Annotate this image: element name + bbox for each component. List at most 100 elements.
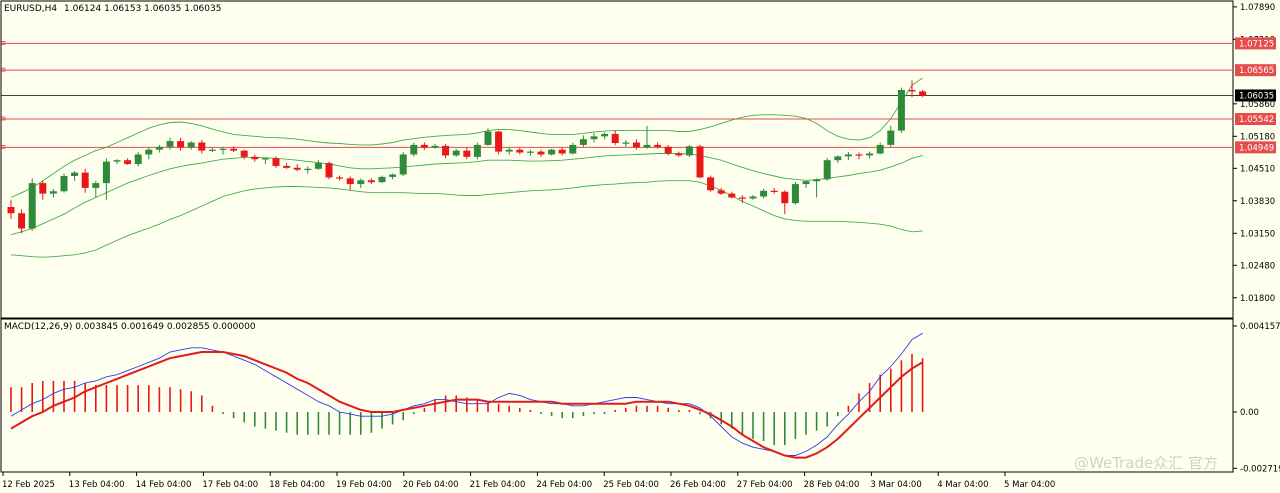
candle [866,151,874,159]
candle-body [442,145,450,156]
candle [39,180,47,200]
candle-body [632,142,640,148]
candle-body [897,89,905,131]
price-tick-label: 1.01800 [1240,294,1275,304]
macd-tick-label: 0.00 [1240,408,1259,418]
candle-body [813,179,821,182]
candle [251,154,259,162]
candle-body [357,180,365,185]
time-tick-label: 25 Feb 04:00 [603,480,659,490]
candle [177,137,185,151]
candle-body [834,156,842,161]
candle [28,178,36,231]
candle [632,139,640,150]
candle [155,144,163,153]
candle-body [113,160,121,162]
candle [134,152,142,167]
price-tick-label: 1.02480 [1240,261,1275,271]
time-tick-label: 3 Mar 04:00 [870,480,921,490]
candle-body [760,190,768,197]
candle [749,195,757,200]
candle [219,146,227,155]
candle [293,164,301,172]
candle [770,187,778,194]
candle-body [431,145,439,148]
candle [622,140,630,148]
level-tag-label: 1.07125 [1239,39,1274,49]
candle [728,191,736,199]
candle [876,142,884,155]
candle-body [728,193,736,198]
candle [558,147,566,156]
candle [452,148,460,157]
time-tick-label: 4 Mar 04:00 [937,480,988,490]
candle [166,137,174,150]
candle-body [389,174,397,177]
candle-body [738,197,746,199]
candle-body [208,149,216,151]
candle-body [251,156,259,160]
candle [579,135,587,147]
candle [81,168,89,193]
candle [325,161,333,180]
candle [516,147,524,155]
candle-body [166,141,174,147]
candle [569,142,577,155]
candle [834,155,842,164]
candle [643,125,651,149]
symbol-label: EURUSD,H4 [4,4,57,14]
candle [18,209,26,234]
candle-body [526,151,534,153]
candle-body [569,144,577,154]
candle [855,152,863,160]
candle-body [685,146,693,156]
candle-body [791,184,799,204]
candle [537,149,545,157]
candle-body [611,133,619,143]
candle-body [908,89,916,92]
candle-body [473,144,481,157]
candle [802,180,810,188]
candle [442,143,450,159]
candle [92,180,100,198]
candle-body [590,136,598,140]
candle-body [452,150,460,156]
candle-body [71,172,79,176]
candle-body [28,183,36,229]
candle-body [505,149,513,152]
candle-body [145,149,153,155]
candle [463,147,471,160]
candle-body [919,91,927,96]
candle [60,173,68,193]
candle-body [420,144,428,148]
candle-body [283,165,291,168]
candle-body [622,142,630,144]
candle [198,140,206,154]
candle-body [802,181,810,185]
candle [71,171,79,181]
candle-body [749,196,757,199]
candle [304,166,312,174]
candle-body [325,163,333,178]
ohlc-label: 1.06124 1.06153 1.06035 1.06035 [64,4,221,14]
price-panel-frame [0,0,1234,319]
candle-body [39,183,47,194]
time-tick-label: 24 Feb 04:00 [536,480,592,490]
candle-body [866,153,874,156]
candle [431,143,439,149]
candle [113,159,121,165]
candle-body [230,148,238,151]
candle-body [495,131,503,152]
candle [261,157,269,165]
candle-body [855,154,863,156]
candle [781,190,789,215]
level-tag-label: 1.06565 [1239,66,1274,76]
macd-tick-label: -0.002719 [1240,464,1280,474]
candle [124,158,132,165]
candle-body [177,141,185,148]
candle [473,142,481,160]
candle-body [102,161,110,184]
candle-body [261,158,269,160]
candle [7,199,15,219]
candle [844,152,852,161]
